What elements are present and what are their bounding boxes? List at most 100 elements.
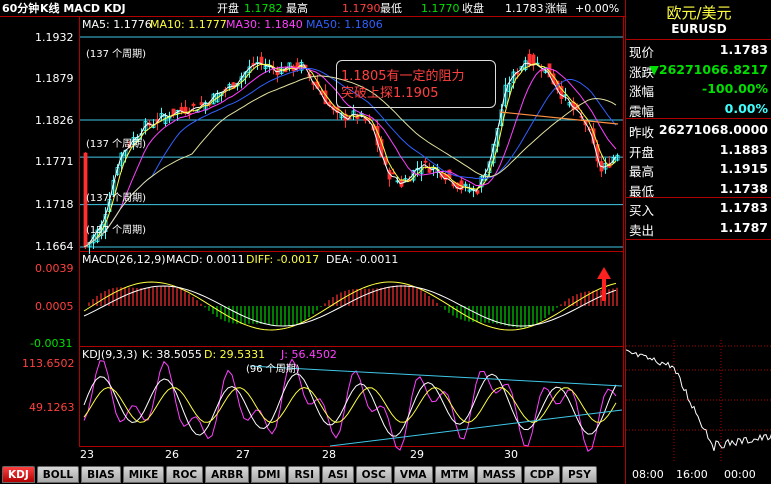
kdj-title: KDJ(9,3,3)	[82, 348, 138, 361]
high-value: 1.1790	[342, 2, 381, 15]
ma30-legend: MA30: 1.1840	[226, 18, 303, 31]
quote-row: 涨跌 ▼26271066.8217	[626, 60, 771, 80]
quote-value: -100.00%	[702, 81, 768, 96]
macd-value: MACD: 0.0011	[166, 253, 245, 266]
tab-mike[interactable]: MIKE	[122, 466, 165, 483]
price-tick: 1.1718	[35, 198, 74, 211]
tab-psy[interactable]: PSY	[561, 466, 597, 483]
price-tick: 1.1664	[35, 240, 74, 253]
tab-asi[interactable]: ASI	[322, 466, 354, 483]
quote-row: 买入 1.1783	[626, 198, 771, 218]
quote-value: 26271068.0000	[658, 122, 768, 137]
annotation-box: 1.1805有一定的阻力 突破上探1.1905	[336, 60, 496, 108]
macd-dea-line	[83, 285, 617, 327]
quote-value: 1.1883	[719, 141, 768, 157]
kdj-j: J: 56.4502	[281, 348, 337, 361]
time-tick: 16:00	[676, 468, 708, 481]
tab-roc[interactable]: ROC	[166, 466, 204, 483]
change-label: 涨幅	[545, 2, 567, 15]
separator	[626, 239, 771, 240]
quote-value: 1.1915	[719, 161, 768, 176]
quote-panel: 欧元/美元 EURUSD 现价 1.1783 涨跌 ▼26271066.8217 涨幅 -…	[625, 0, 771, 484]
tab-arbr[interactable]: ARBR	[205, 466, 250, 483]
time-tick: 08:00	[632, 468, 664, 481]
tab-osc[interactable]: OSC	[355, 466, 392, 483]
quote-row: 涨幅 -100.00%	[626, 79, 771, 99]
quote-label: 涨幅	[629, 84, 655, 99]
quote-label: 卖出	[629, 222, 655, 238]
intraday-chart	[626, 340, 771, 462]
kdj-trend-line	[329, 409, 623, 447]
ma50-legend: MA50: 1.1806	[306, 18, 383, 31]
quote-value: 1.1787	[719, 219, 768, 235]
change-value: +0.00%	[575, 2, 620, 15]
kdj-d: D: 29.5331	[204, 348, 266, 361]
price-tick: 1.1771	[35, 155, 74, 168]
tab-kdj[interactable]: KDJ	[2, 466, 35, 483]
high-label: 最高	[286, 2, 308, 15]
separator	[626, 118, 771, 119]
tab-mass[interactable]: MASS	[476, 466, 522, 483]
candle-body	[423, 160, 428, 163]
quote-value: 0.00%	[724, 100, 768, 116]
kdj-tick: 113.6502	[22, 357, 75, 370]
date-tick: 29	[410, 448, 424, 461]
tab-mtm[interactable]: MTM	[434, 466, 475, 483]
macd-dea: DEA: -0.0011	[326, 253, 399, 266]
tab-boll[interactable]: BOLL	[36, 466, 80, 483]
indicator-tabs: KDJ BOLL BIAS MIKE ROC ARBR DMI RSI ASI …	[0, 466, 625, 484]
quote-row: 最低 1.1738	[626, 179, 771, 199]
quote-label: 现价	[629, 45, 655, 60]
period-note: (137 个周期)	[86, 139, 147, 150]
quote-row: 开盘 1.1883	[626, 140, 771, 160]
quote-row: 昨收 26271068.0000	[626, 120, 771, 140]
date-tick: 30	[504, 448, 518, 461]
quote-value: ▼26271066.8217	[649, 61, 768, 77]
annotation-line2: 突破上探1.1905	[341, 86, 439, 101]
quote-label: 最高	[629, 164, 655, 179]
panel-symbol: EURUSD	[671, 22, 727, 36]
quote-row: 震幅 0.00%	[626, 99, 771, 119]
macd-tick: 0.0039	[35, 262, 74, 275]
kdj-period-note: (96 个周期)	[246, 364, 300, 375]
tab-cdp[interactable]: CDP	[523, 466, 560, 483]
kdj-k: K: 38.5055	[142, 348, 202, 361]
date-tick: 26	[165, 448, 179, 461]
open-label: 开盘	[217, 2, 239, 15]
period-note: (137 个周期)	[86, 225, 147, 236]
period-note: (137 个周期)	[86, 49, 147, 60]
tab-bias[interactable]: BIAS	[81, 466, 121, 483]
tab-vma[interactable]: VMA	[393, 466, 433, 483]
trend-line	[499, 111, 619, 125]
period-label: 60分钟	[2, 2, 40, 15]
candle-body	[191, 103, 196, 106]
quote-row: 最高 1.1915	[626, 159, 771, 179]
quote-label: 买入	[629, 203, 655, 218]
kdj-tick: 49.1263	[29, 401, 75, 414]
time-tick: 00:00	[724, 468, 756, 481]
kdj-j-line	[83, 358, 617, 452]
date-tick: 28	[322, 448, 336, 461]
date-tick: 23	[80, 448, 94, 461]
macd-tick: -0.0031	[30, 337, 73, 350]
candle-body	[259, 56, 264, 64]
quote-label: 昨收	[629, 125, 655, 140]
quote-row: 现价 1.1783	[626, 40, 771, 60]
date-tick: 27	[236, 448, 250, 461]
tab-dmi[interactable]: DMI	[251, 466, 287, 483]
quote-label: 开盘	[629, 144, 655, 160]
price-tick: 1.1932	[35, 31, 74, 44]
up-arrow-icon	[597, 267, 611, 301]
chart-area[interactable]: 60分钟 K线 MACD KDJ 开盘 1.1782 最高 1.1790 最低 …	[0, 0, 625, 484]
period-note: (137 个周期)	[86, 193, 147, 204]
quote-row: 卖出 1.1787	[626, 218, 771, 238]
price-tick: 1.1879	[35, 72, 74, 85]
tab-rsi[interactable]: RSI	[288, 466, 321, 483]
ma10-legend: MA10: 1.1777	[150, 18, 227, 31]
kdj-frame	[79, 346, 624, 447]
quote-value: 1.1783	[719, 42, 768, 57]
macd-tick: 0.0005	[35, 300, 74, 313]
low-value: 1.1770	[421, 2, 460, 15]
close-value: 1.1783	[505, 2, 544, 15]
open-value: 1.1782	[244, 2, 283, 15]
